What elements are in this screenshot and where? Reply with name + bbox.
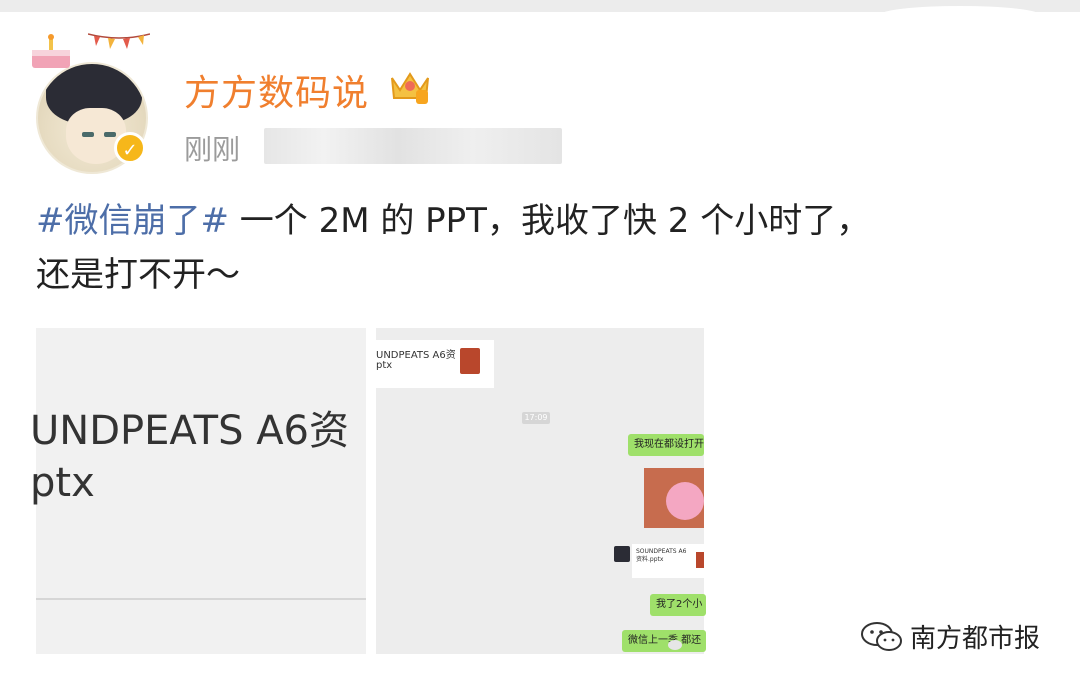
verified-icon: ✓ xyxy=(114,132,146,164)
chat-file-text-2: SOUNDPEATS A6资料.pptx xyxy=(636,548,687,563)
chat-bubble-2: 我了2个小 xyxy=(650,594,706,616)
username[interactable]: 方方数码说 xyxy=(184,64,369,116)
chat-bubble-1: 我现在都设打开吗 xyxy=(628,434,704,456)
pptx-file-icon xyxy=(460,348,480,374)
watermark: 南方都市报 xyxy=(860,618,1040,655)
blurred-source xyxy=(264,128,562,164)
chat-file-ext: ptx xyxy=(376,360,393,371)
post-time: 刚刚 xyxy=(184,133,241,166)
watermark-text: 南方都市报 xyxy=(910,624,1041,654)
top-strip-glow xyxy=(880,6,1040,24)
wechat-icon xyxy=(861,621,902,651)
avatar-eye-right xyxy=(104,132,116,137)
image1-file-name: UNDPEATS A6资 xyxy=(30,408,350,454)
hashtag-link[interactable]: #微信崩了# xyxy=(36,201,229,241)
avatar-eye-left xyxy=(82,132,94,137)
weibo-watermark-icon xyxy=(668,640,682,650)
chat-file-name: UNDPEATS A6资 xyxy=(376,350,456,361)
chat-avatar xyxy=(614,546,630,562)
image1-divider xyxy=(36,598,366,600)
bunting-icon xyxy=(88,33,150,49)
birthday-cake-icon xyxy=(32,34,70,68)
chat-time: 17:09 xyxy=(522,412,550,424)
post-body-line2: 还是打不开～ xyxy=(36,255,240,295)
post-text: #微信崩了# 一个 2M 的 PPT，我收了快 2 个小时了， 还是打不开～ xyxy=(36,194,1036,302)
crown-badge-icon[interactable] xyxy=(388,68,432,108)
chat-bubble-3: 微信上一季 都还 xyxy=(622,630,706,652)
image1-file-ext: ptx xyxy=(30,460,95,506)
pptx-file-icon-small xyxy=(696,552,704,568)
chat-sticker-figure xyxy=(666,482,704,520)
post-body-line1: 一个 2M 的 PPT，我收了快 2 个小时了， xyxy=(228,201,871,241)
